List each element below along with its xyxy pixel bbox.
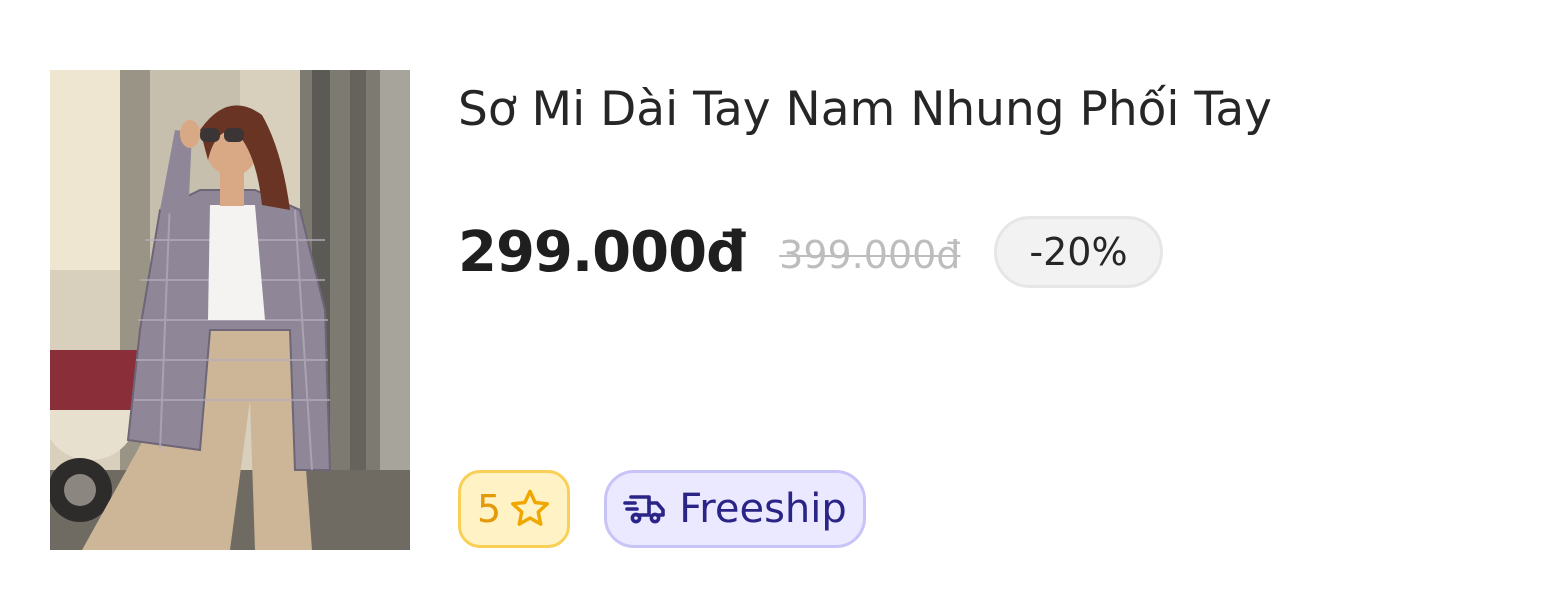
rating-value: 5 xyxy=(477,487,502,531)
product-title[interactable]: Sơ Mi Dài Tay Nam Nhung Phối Tay xyxy=(458,78,1272,142)
price-row: 299.000đ 399.000đ -20% xyxy=(458,212,1163,292)
rating-badge: 5 xyxy=(458,470,571,548)
freeship-badge: Freeship xyxy=(604,470,866,548)
product-tags: 5 Freeship xyxy=(458,470,866,548)
original-price: 399.000đ xyxy=(779,233,961,277)
discount-badge: -20% xyxy=(994,216,1163,288)
sale-price: 299.000đ xyxy=(458,219,746,285)
product-image[interactable] xyxy=(50,70,410,550)
star-icon xyxy=(507,486,553,532)
product-card[interactable]: Sơ Mi Dài Tay Nam Nhung Phối Tay 299.000… xyxy=(0,0,1544,590)
truck-icon xyxy=(621,485,669,533)
freeship-label: Freeship xyxy=(679,486,847,532)
